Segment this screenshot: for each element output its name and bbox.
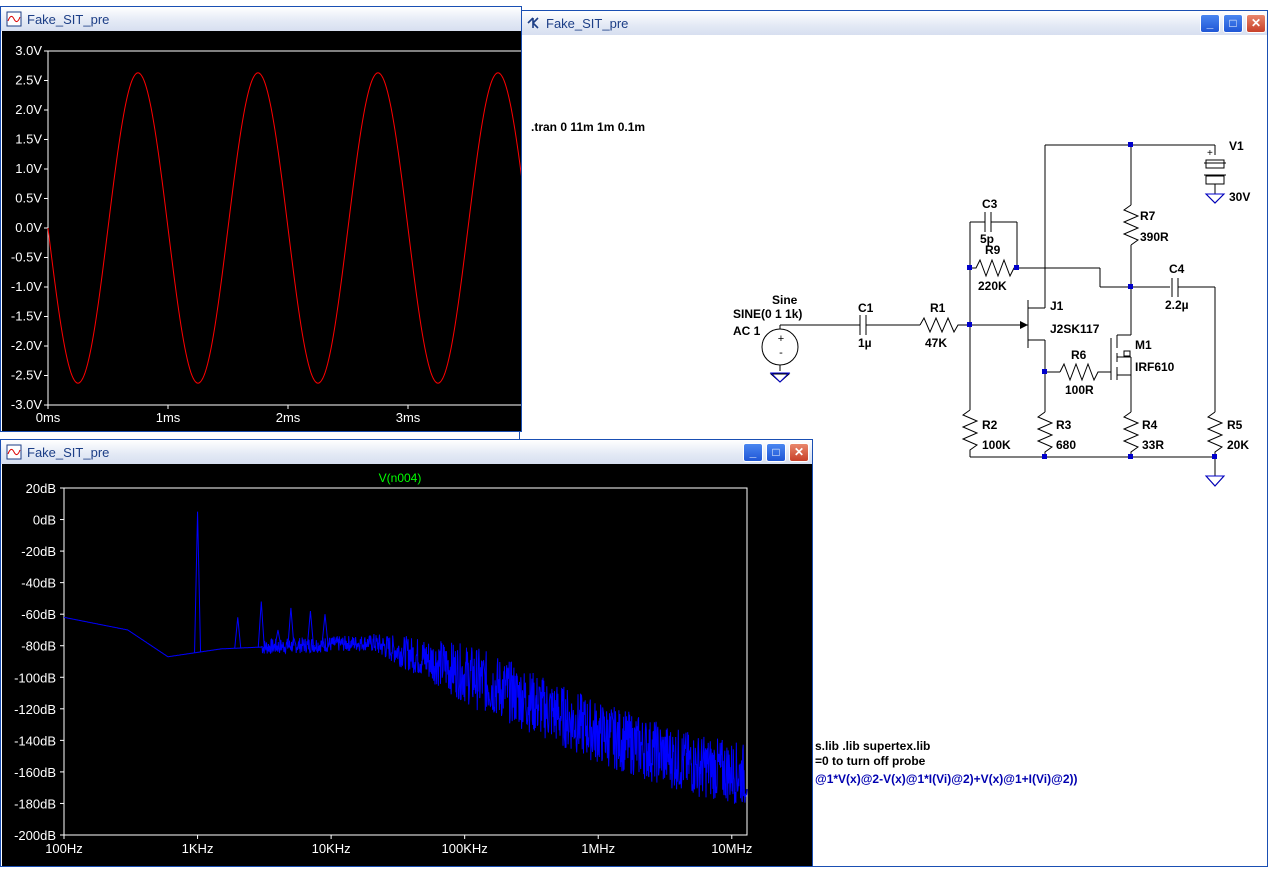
j1-value: J2SK117 [1050, 322, 1100, 336]
r4-value: 33R [1142, 438, 1164, 452]
y-tick-label: -60dB [21, 607, 56, 622]
x-tick-label: 1KHz [182, 841, 214, 856]
expression-text[interactable]: @1*V(x)@2-V(x)@1*I(Vi)@2)+V(x)@1+I(Vi)@2… [815, 772, 1078, 786]
r2-value: 100K [982, 438, 1011, 452]
y-tick-label: 1.5V [15, 132, 42, 147]
r5-value: 20K [1227, 438, 1249, 452]
close-button[interactable]: ✕ [789, 443, 809, 462]
harmonic-peak [234, 617, 242, 649]
x-tick-label: 10MHz [711, 841, 752, 856]
m1-label: M1 [1135, 338, 1152, 352]
r1-label: R1 [930, 301, 946, 315]
probe-comment-text[interactable]: =0 to turn off probe [815, 754, 926, 768]
series-line [47, 72, 529, 384]
x-tick-label: 10KHz [312, 841, 351, 856]
harmonic-peak [194, 511, 202, 653]
tran-directive[interactable]: .tran 0 11m 1m 0.1m [531, 120, 645, 134]
r9-value: 220K [978, 279, 1007, 293]
y-tick-label: 0.5V [15, 191, 42, 206]
y-tick-label: -20dB [21, 544, 56, 559]
r3-value: 680 [1056, 438, 1076, 452]
y-tick-label: 20dB [26, 481, 56, 496]
source-name: Sine [772, 293, 798, 307]
waveform-icon [6, 444, 22, 460]
lib-directive-text[interactable]: s.lib .lib supertex.lib [815, 739, 930, 753]
y-tick-label: -100dB [14, 670, 56, 685]
x-tick-label: 1MHz [581, 841, 615, 856]
x-tick-label: 100Hz [45, 841, 83, 856]
r5-label: R5 [1227, 418, 1243, 432]
y-tick-label: -140dB [14, 733, 56, 748]
c1-value: 1µ [858, 336, 872, 350]
x-tick-label: 2ms [276, 410, 301, 425]
x-tick-label: 100KHz [442, 841, 488, 856]
x-tick-label: 0ms [36, 410, 61, 425]
time-plot-titlebar[interactable]: Fake_SIT_pre [1, 7, 521, 31]
x-tick-label: 1ms [156, 410, 181, 425]
r7-label: R7 [1140, 209, 1156, 223]
r9-label: R9 [985, 243, 1001, 257]
svg-text:+: + [778, 333, 784, 345]
y-tick-label: -2.0V [11, 338, 42, 353]
c1-label: C1 [858, 301, 874, 315]
y-tick-label: -1.5V [11, 309, 42, 324]
y-tick-label: 1.0V [15, 161, 42, 176]
minimize-button[interactable]: _ [743, 443, 763, 462]
r6-label: R6 [1071, 348, 1087, 362]
m1-value: IRF610 [1135, 360, 1175, 374]
time-plot-window[interactable]: Fake_SIT_pre 3.0V 2.5V 2.0V 1.5V 1.0V 0.5V 0.0… [0, 6, 532, 432]
chart-title: V(n004) [379, 471, 422, 485]
y-tick-label: 0.0V [15, 220, 42, 235]
y-tick-label: -2.5V [11, 368, 42, 383]
y-tick-label: 0dB [33, 513, 56, 528]
source-value: SINE(0 1 1k) [733, 307, 802, 321]
y-tick-label: -40dB [21, 576, 56, 591]
r3-label: R3 [1056, 418, 1072, 432]
harmonic-peak [257, 601, 265, 648]
fft-plot-window[interactable]: Fake_SIT_pre _ □ ✕ V(n004) 20dB 0dB -20dB -4… [0, 439, 813, 867]
v1-label: V1 [1229, 139, 1244, 153]
y-tick-label: -160dB [14, 765, 56, 780]
c3-label: C3 [982, 197, 998, 211]
y-tick-label: 2.5V [15, 73, 42, 88]
fft-plot-area[interactable]: V(n004) 20dB 0dB -20dB -40dB -60dB -80dB -100dB… [2, 464, 812, 866]
svg-text:-: - [779, 347, 783, 359]
y-tick-label: -1.0V [11, 279, 42, 294]
y-tick-label: -120dB [14, 702, 56, 717]
harmonic-peak [306, 610, 314, 646]
harmonic-peak [287, 607, 295, 646]
c4-value: 2.2µ [1165, 298, 1189, 312]
x-tick-label: 3ms [396, 410, 421, 425]
time-plot-area[interactable]: 3.0V 2.5V 2.0V 1.5V 1.0V 0.5V 0.0V -0.5V -1.0V -1… [2, 31, 532, 431]
svg-text:+: + [1207, 148, 1213, 159]
y-tick-label: -0.5V [11, 250, 42, 265]
fft-plot-titlebar[interactable]: Fake_SIT_pre _ □ ✕ [1, 440, 812, 464]
r7-value: 390R [1140, 230, 1169, 244]
r4-label: R4 [1142, 418, 1158, 432]
window-title: Fake_SIT_pre [27, 12, 110, 27]
r1-value: 47K [925, 336, 947, 350]
r2-label: R2 [982, 418, 998, 432]
waveform-icon [6, 11, 22, 27]
window-title: Fake_SIT_pre [27, 445, 110, 460]
r6-value: 100R [1065, 383, 1094, 397]
series-line [63, 616, 748, 804]
source-ac: AC 1 [733, 324, 761, 338]
y-tick-label: -80dB [21, 639, 56, 654]
y-tick-label: -180dB [14, 796, 56, 811]
j1-label: J1 [1050, 299, 1064, 313]
maximize-button[interactable]: □ [766, 443, 786, 462]
y-tick-label: 2.0V [15, 102, 42, 117]
y-tick-label: 3.0V [15, 43, 42, 58]
c4-label: C4 [1169, 262, 1185, 276]
v1-value: 30V [1229, 190, 1250, 204]
